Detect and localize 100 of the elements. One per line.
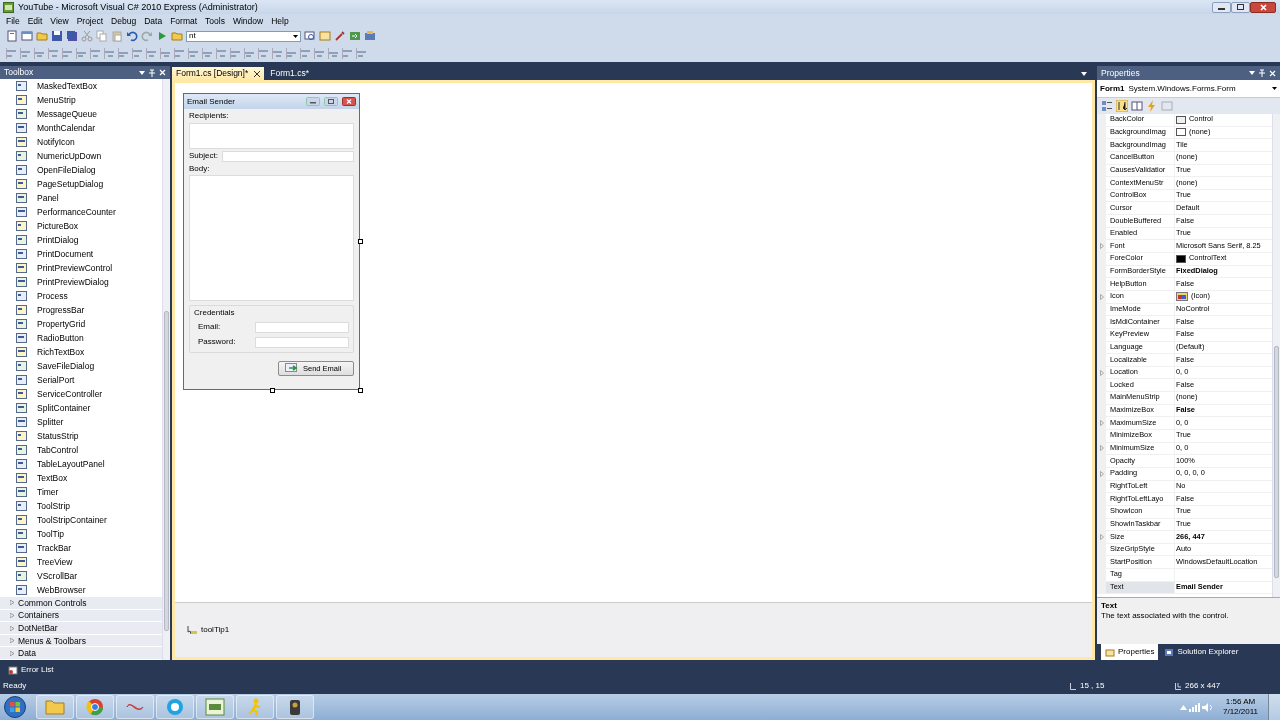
toolbox-item[interactable]: TrackBar xyxy=(0,541,162,556)
menu-item[interactable]: Data xyxy=(140,15,167,27)
toolbox-item[interactable]: NotifyIcon xyxy=(0,135,162,150)
menu-item[interactable]: Format xyxy=(166,15,202,27)
export-icon[interactable] xyxy=(349,30,361,42)
toolbox-item[interactable]: PrintDialog xyxy=(0,233,162,248)
menu-item[interactable]: Debug xyxy=(107,15,141,27)
text-field[interactable] xyxy=(255,321,349,333)
align-icon[interactable] xyxy=(356,47,367,59)
toolbox-item[interactable]: PrintPreviewControl xyxy=(0,261,162,276)
resize-handle[interactable] xyxy=(358,239,363,244)
panel-tab[interactable]: Properties xyxy=(1101,644,1159,660)
minimize-button[interactable] xyxy=(1212,1,1231,13)
toolbox-item[interactable]: TableLayoutPanel xyxy=(0,457,162,472)
wrench-icon[interactable] xyxy=(334,30,346,42)
align-icon[interactable] xyxy=(342,47,353,59)
align-icon[interactable] xyxy=(188,47,199,59)
toolbox-item[interactable]: ToolStripContainer xyxy=(0,513,162,528)
align-icon[interactable] xyxy=(20,47,31,59)
dropdown-icon[interactable] xyxy=(1249,71,1255,75)
floppy-stack-icon[interactable] xyxy=(66,30,78,42)
caret-icon[interactable] xyxy=(1272,87,1277,90)
document-icon[interactable] xyxy=(6,30,18,42)
close-icon[interactable] xyxy=(159,69,166,76)
component-item[interactable]: toolTip1 xyxy=(187,625,230,635)
categorized-icon[interactable] xyxy=(1101,100,1113,112)
toolbox-item[interactable]: NumericUpDown xyxy=(0,149,162,164)
toolbox-item[interactable]: SplitContainer xyxy=(0,401,162,416)
align-icon[interactable] xyxy=(118,47,129,59)
align-icon[interactable] xyxy=(132,47,143,59)
paste-icon[interactable] xyxy=(111,30,123,42)
align-icon[interactable] xyxy=(216,47,227,59)
toolbox-item[interactable]: PrintDocument xyxy=(0,247,162,262)
align-icon[interactable] xyxy=(174,47,185,59)
toolbox-item[interactable]: MaskedTextBox xyxy=(0,79,162,94)
toolbox-item[interactable]: ProgressBar xyxy=(0,303,162,318)
lightning-icon[interactable] xyxy=(1146,100,1158,112)
align-icon[interactable] xyxy=(286,47,297,59)
toolbox-item[interactable]: Timer xyxy=(0,485,162,500)
resize-handle[interactable] xyxy=(270,388,275,393)
align-icon[interactable] xyxy=(146,47,157,59)
close-icon[interactable] xyxy=(1269,69,1276,77)
configuration-dropdown[interactable]: nt xyxy=(186,30,301,42)
toolbox-category[interactable]: Data xyxy=(0,647,162,660)
toolbox-category[interactable]: Common Controls xyxy=(0,597,162,610)
menu-item[interactable]: Tools xyxy=(201,15,229,27)
scrollbar[interactable] xyxy=(1272,114,1280,597)
scrollbar[interactable] xyxy=(162,79,170,660)
align-icon[interactable] xyxy=(90,47,101,59)
align-icon[interactable] xyxy=(202,47,213,59)
toolbox-item[interactable]: Splitter xyxy=(0,415,162,430)
align-icon[interactable] xyxy=(76,47,87,59)
toolbox-item[interactable]: Panel xyxy=(0,191,162,206)
toolbox-item[interactable]: OpenFileDialog xyxy=(0,163,162,178)
align-icon[interactable] xyxy=(230,47,241,59)
menu-item[interactable]: Help xyxy=(267,15,293,27)
resize-handle[interactable] xyxy=(358,388,363,393)
toolbox-item[interactable]: PageSetupDialog xyxy=(0,177,162,192)
align-icon[interactable] xyxy=(104,47,115,59)
menu-item[interactable]: Edit xyxy=(23,15,47,27)
toolbox-item[interactable]: VScrollBar xyxy=(0,569,162,584)
toolbox-item[interactable]: ServiceController xyxy=(0,387,162,402)
align-icon[interactable] xyxy=(34,47,45,59)
toolbox-item[interactable]: TreeView xyxy=(0,555,162,570)
window-icon[interactable] xyxy=(21,30,33,42)
text-field[interactable] xyxy=(189,122,354,149)
maximize-button[interactable] xyxy=(1231,1,1250,13)
dropdown-icon[interactable] xyxy=(1081,72,1087,76)
align-icon[interactable] xyxy=(328,47,339,59)
start-button[interactable] xyxy=(4,696,26,718)
toolbox-item[interactable]: PictureBox xyxy=(0,219,162,234)
undo-icon[interactable] xyxy=(126,30,138,42)
toolbox-item[interactable]: TextBox xyxy=(0,471,162,486)
align-icon[interactable] xyxy=(48,47,59,59)
toolbox-item[interactable]: Process xyxy=(0,289,162,304)
toolbox-icon[interactable] xyxy=(364,30,376,42)
align-icon[interactable] xyxy=(272,47,283,59)
arrow-up-icon[interactable] xyxy=(1180,704,1187,710)
clock[interactable]: 1:56 AM 7/12/2011 xyxy=(1215,697,1266,717)
close-button[interactable] xyxy=(1250,1,1276,13)
toolbox-item[interactable]: ToolTip xyxy=(0,527,162,542)
menu-item[interactable]: View xyxy=(46,15,73,27)
text-field[interactable] xyxy=(221,150,354,162)
toolbox-item[interactable]: PerformanceCounter xyxy=(0,205,162,220)
menu-item[interactable]: Project xyxy=(72,15,108,27)
menu-item[interactable]: Window xyxy=(228,15,268,27)
text-field[interactable] xyxy=(255,336,349,348)
toolbox-item[interactable]: MessageQueue xyxy=(0,107,162,122)
toolbox-item[interactable]: SaveFileDialog xyxy=(0,359,162,374)
toolbox-item[interactable]: SerialPort xyxy=(0,373,162,388)
align-icon[interactable] xyxy=(62,47,73,59)
toolbox-item[interactable]: RadioButton xyxy=(0,331,162,346)
floppy-icon[interactable] xyxy=(51,30,63,42)
align-icon[interactable] xyxy=(244,47,255,59)
toolbox-category[interactable]: DotNetBar xyxy=(0,622,162,635)
panel-tab[interactable]: Error List xyxy=(4,665,58,675)
menu-item[interactable]: File xyxy=(2,15,24,27)
dropdown-icon[interactable] xyxy=(139,70,145,75)
pin-icon[interactable] xyxy=(149,68,155,77)
book-icon[interactable] xyxy=(1131,100,1143,112)
